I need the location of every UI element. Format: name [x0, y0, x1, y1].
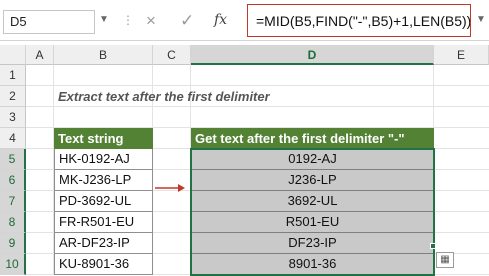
- column-header-e[interactable]: E: [434, 45, 489, 65]
- expand-formula-bar-icon[interactable]: ▼: [476, 14, 486, 25]
- text-string-cell[interactable]: MK-J236-LP: [54, 170, 153, 191]
- text-string-cell[interactable]: PD-3692-UL: [54, 191, 153, 212]
- row-header-4[interactable]: 4: [0, 128, 26, 149]
- text-string-cell[interactable]: FR-R501-EU: [54, 212, 153, 233]
- row-header-6[interactable]: 6: [0, 170, 26, 191]
- formula-input[interactable]: =MID(B5,FIND("-",B5)+1,LEN(B5)): [247, 4, 471, 37]
- enter-icon[interactable]: ✓: [180, 11, 194, 31]
- column-header-c[interactable]: C: [153, 45, 191, 65]
- sheet-title: Extract text after the first delimiter: [58, 89, 270, 104]
- result-cell[interactable]: R501-EU: [191, 212, 434, 233]
- row-header-5[interactable]: 5: [0, 149, 26, 170]
- gridline: [26, 106, 489, 107]
- text-string-cell[interactable]: HK-0192-AJ: [54, 149, 153, 170]
- row-header-7[interactable]: 7: [0, 191, 26, 212]
- text-string-cell[interactable]: KU-8901-36: [54, 254, 153, 275]
- row-header-9[interactable]: 9: [0, 233, 26, 254]
- right-arrow-icon: [155, 184, 185, 192]
- spreadsheet-grid[interactable]: A B C D E 1 2 3 4 5 6 7 8 9 10 Extract t…: [0, 45, 489, 276]
- row-header-1[interactable]: 1: [0, 65, 26, 86]
- row-header-8[interactable]: 8: [0, 212, 26, 233]
- result-cell[interactable]: J236-LP: [191, 170, 434, 191]
- more-options-icon: ⋮: [122, 13, 135, 27]
- quick-analysis-icon[interactable]: ▦: [436, 252, 454, 268]
- header-text-string[interactable]: Text string: [54, 128, 153, 149]
- row-header-3[interactable]: 3: [0, 107, 26, 128]
- column-header-b[interactable]: B: [54, 45, 153, 65]
- column-header-d[interactable]: D: [191, 45, 434, 65]
- result-cell[interactable]: 8901-36: [191, 254, 434, 275]
- row-header-2[interactable]: 2: [0, 86, 26, 107]
- fill-handle[interactable]: [430, 243, 436, 249]
- select-all-corner[interactable]: [0, 45, 26, 65]
- formula-bar: D5 ▼ ⋮ × ✓ fx =MID(B5,FIND("-",B5)+1,LEN…: [0, 0, 489, 41]
- text-string-cell[interactable]: AR-DF23-IP: [54, 233, 153, 254]
- result-cell[interactable]: 0192-AJ: [191, 149, 434, 170]
- column-header-a[interactable]: A: [26, 45, 54, 65]
- result-cell[interactable]: DF23-IP: [191, 233, 434, 254]
- name-box[interactable]: D5: [3, 10, 95, 34]
- name-box-dropdown-icon[interactable]: ▼: [99, 14, 109, 25]
- cancel-icon[interactable]: ×: [146, 11, 156, 31]
- insert-function-icon[interactable]: fx: [214, 12, 227, 28]
- gridline: [26, 85, 489, 86]
- row-header-10[interactable]: 10: [0, 254, 26, 275]
- result-cell[interactable]: 3692-UL: [191, 191, 434, 212]
- header-result[interactable]: Get text after the first delimiter "-": [191, 128, 434, 149]
